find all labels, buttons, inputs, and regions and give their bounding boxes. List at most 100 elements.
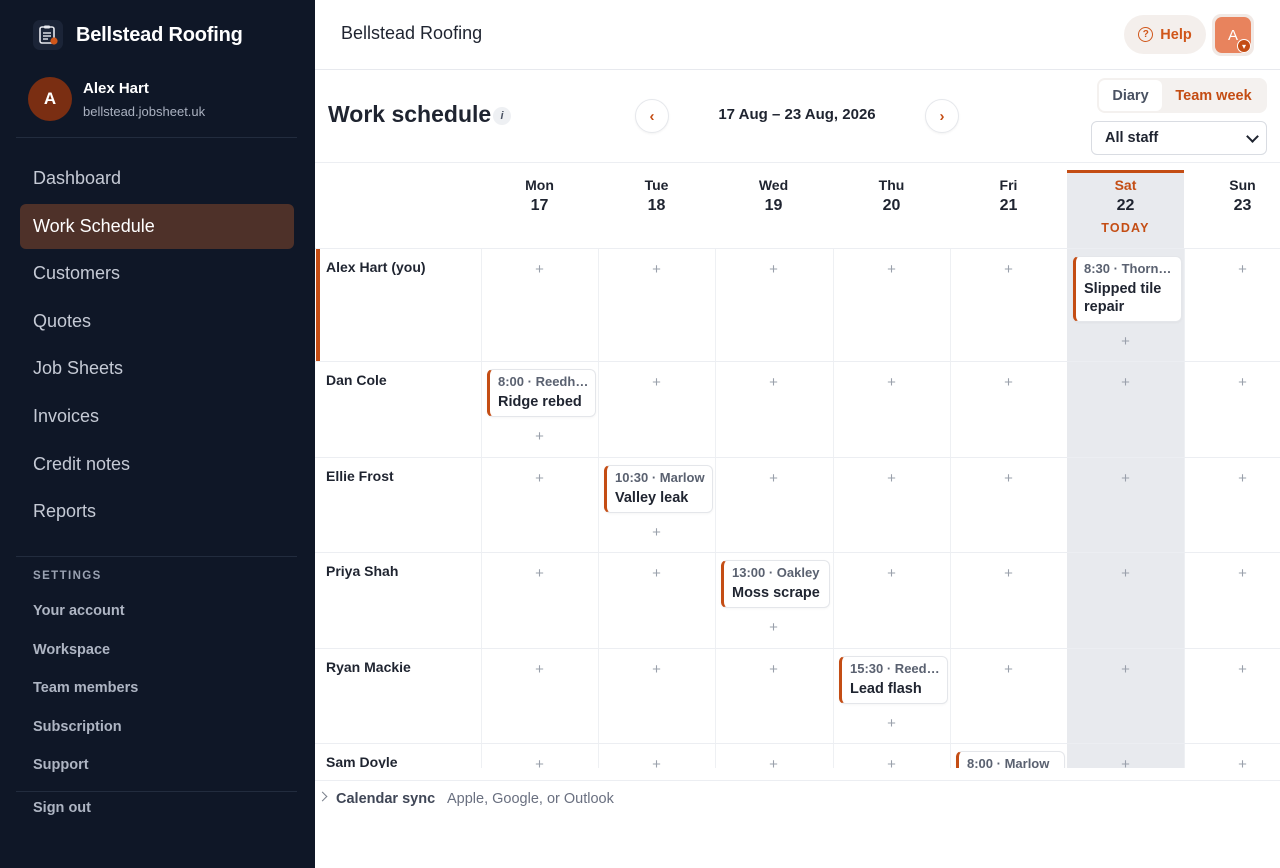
staff-filter-select[interactable]: All staff bbox=[1091, 121, 1267, 155]
add-job-button[interactable]: + bbox=[1190, 255, 1280, 283]
add-job-button[interactable]: + bbox=[721, 368, 826, 396]
next-week-button[interactable]: › bbox=[925, 99, 959, 133]
job-card[interactable]: 15:30 · Reedham Lead flash bbox=[839, 656, 948, 704]
job-card[interactable]: 10:30 · Marlow Valley leak bbox=[604, 465, 713, 513]
add-job-button[interactable]: + bbox=[1073, 655, 1178, 683]
add-job-button[interactable]: + bbox=[956, 559, 1061, 587]
schedule-cell: + bbox=[481, 249, 598, 362]
day-number: 23 bbox=[1233, 197, 1252, 214]
prev-week-button[interactable]: ‹ bbox=[635, 99, 669, 133]
add-job-button[interactable]: + bbox=[1190, 368, 1280, 396]
view-team-week-button[interactable]: Team week bbox=[1162, 80, 1265, 111]
brand[interactable]: Bellstead Roofing bbox=[33, 20, 243, 50]
info-icon[interactable]: i bbox=[493, 107, 511, 125]
schedule-cell: + bbox=[481, 553, 598, 648]
schedule-cell: + bbox=[715, 458, 832, 552]
add-job-button[interactable]: + bbox=[604, 255, 709, 283]
add-job-button[interactable]: + bbox=[839, 368, 944, 396]
add-job-button[interactable]: + bbox=[1073, 368, 1178, 396]
job-time-location: 8:00 · Reedham bbox=[498, 374, 595, 389]
staff-name: Sam Doyle bbox=[326, 754, 398, 768]
add-job-button[interactable]: + bbox=[1190, 559, 1280, 587]
add-job-button[interactable]: + bbox=[1073, 464, 1178, 492]
nav-item-dashboard[interactable]: Dashboard bbox=[20, 156, 294, 201]
add-job-button[interactable]: + bbox=[1073, 559, 1178, 587]
add-job-button[interactable]: + bbox=[1190, 464, 1280, 492]
add-job-button[interactable]: + bbox=[839, 559, 944, 587]
add-job-button[interactable]: + bbox=[487, 559, 592, 587]
divider bbox=[16, 791, 297, 792]
add-job-button[interactable]: + bbox=[721, 255, 826, 283]
settings-item-workspace[interactable]: Workspace bbox=[33, 631, 138, 670]
sign-out-link[interactable]: Sign out bbox=[33, 800, 91, 816]
add-job-button[interactable]: + bbox=[956, 255, 1061, 283]
schedule-cell: + bbox=[1184, 553, 1280, 648]
current-user-marker bbox=[316, 249, 320, 362]
chevron-down-icon: ▾ bbox=[1237, 39, 1251, 53]
staff-row: Dan Cole 8:00 · Reedham Ridge rebed + + + + + + + bbox=[315, 361, 1280, 457]
nav-item-credit-notes[interactable]: Credit notes bbox=[20, 442, 294, 487]
add-job-button[interactable]: + bbox=[721, 750, 826, 769]
settings-heading: SETTINGS bbox=[33, 570, 102, 582]
nav-item-reports[interactable]: Reports bbox=[20, 489, 294, 534]
add-job-button[interactable]: + bbox=[487, 422, 592, 450]
add-job-button[interactable]: + bbox=[956, 368, 1061, 396]
add-job-button[interactable]: + bbox=[839, 464, 944, 492]
add-job-button[interactable]: + bbox=[1073, 327, 1178, 355]
job-time-location: 15:30 · Reedham bbox=[850, 661, 947, 676]
chevron-right-icon[interactable] bbox=[317, 791, 328, 802]
add-job-button[interactable]: + bbox=[487, 750, 592, 769]
add-job-button[interactable]: + bbox=[956, 655, 1061, 683]
job-card[interactable]: 13:00 · Oakley Moss scrape bbox=[721, 560, 830, 608]
schedule-cell: + bbox=[833, 744, 950, 769]
add-job-button[interactable]: + bbox=[604, 559, 709, 587]
add-job-button[interactable]: + bbox=[604, 518, 709, 546]
view-diary-button[interactable]: Diary bbox=[1099, 80, 1162, 111]
help-button[interactable]: ? Help bbox=[1124, 15, 1206, 54]
add-job-button[interactable]: + bbox=[604, 368, 709, 396]
schedule-cell: + bbox=[1067, 649, 1184, 743]
job-card[interactable]: 8:00 · Reedham Ridge rebed bbox=[487, 369, 596, 417]
add-job-button[interactable]: + bbox=[721, 655, 826, 683]
schedule-cell: + bbox=[715, 362, 832, 457]
chevron-left-icon: ‹ bbox=[649, 107, 655, 125]
add-job-button[interactable]: + bbox=[1190, 750, 1280, 769]
calendar-sync-toggle[interactable]: Calendar sync bbox=[336, 791, 435, 807]
nav-item-job-sheets[interactable]: Job Sheets bbox=[20, 346, 294, 391]
job-card[interactable]: 8:30 · Thornton Slipped tile repair bbox=[1073, 256, 1182, 322]
add-job-button[interactable]: + bbox=[487, 464, 592, 492]
add-job-button[interactable]: + bbox=[839, 709, 944, 737]
schedule-cell: + bbox=[1184, 649, 1280, 743]
add-job-button[interactable]: + bbox=[721, 464, 826, 492]
add-job-button[interactable]: + bbox=[721, 613, 826, 641]
nav-item-customers[interactable]: Customers bbox=[20, 251, 294, 296]
add-job-button[interactable]: + bbox=[956, 464, 1061, 492]
settings-item-your-account[interactable]: Your account bbox=[33, 592, 138, 631]
add-job-button[interactable]: + bbox=[839, 255, 944, 283]
schedule-cell: 8:30 · Thornton Slipped tile repair + bbox=[1067, 249, 1184, 362]
account-menu-button[interactable]: A ▾ bbox=[1212, 14, 1254, 56]
settings-item-team-members[interactable]: Team members bbox=[33, 669, 138, 708]
day-number: 21 bbox=[999, 197, 1018, 214]
schedule-cell: + bbox=[481, 744, 598, 769]
add-job-button[interactable]: + bbox=[487, 255, 592, 283]
add-job-button[interactable]: + bbox=[604, 750, 709, 769]
staff-name: Ryan Mackie bbox=[326, 659, 411, 675]
staff-row: Alex Hart (you) + + + + +8:30 · Thornton Slipp… bbox=[315, 248, 1280, 362]
add-job-button[interactable]: + bbox=[1073, 750, 1178, 769]
nav-item-work-schedule[interactable]: Work Schedule bbox=[20, 203, 294, 249]
nav-item-invoices[interactable]: Invoices bbox=[20, 394, 294, 439]
help-label: Help bbox=[1160, 26, 1192, 43]
job-time-location: 13:00 · Oakley bbox=[732, 565, 820, 580]
add-job-button[interactable]: + bbox=[839, 750, 944, 769]
add-job-button[interactable]: + bbox=[487, 655, 592, 683]
schedule-cell: + bbox=[481, 649, 598, 743]
user-profile[interactable]: A Alex Hart bellstead.jobsheet.uk bbox=[28, 77, 205, 121]
add-job-button[interactable]: + bbox=[604, 655, 709, 683]
day-header-sun: Sun 23 bbox=[1184, 177, 1280, 215]
nav-item-quotes[interactable]: Quotes bbox=[20, 299, 294, 344]
add-job-button[interactable]: + bbox=[1190, 655, 1280, 683]
settings-item-support[interactable]: Support bbox=[33, 746, 138, 785]
job-card[interactable]: 8:00 · Marlow bbox=[956, 751, 1065, 768]
settings-item-subscription[interactable]: Subscription bbox=[33, 708, 138, 747]
